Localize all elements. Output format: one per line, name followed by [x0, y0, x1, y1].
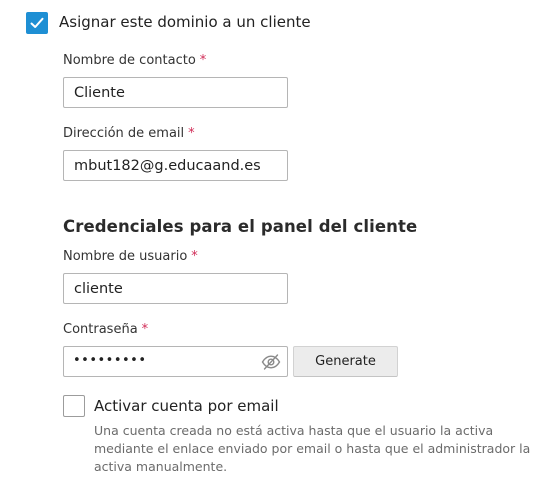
assign-client-label[interactable]: Asignar este dominio a un cliente	[59, 13, 311, 31]
checkmark-icon	[30, 17, 44, 28]
eye-slash-icon[interactable]	[261, 353, 281, 371]
email-label-text: Dirección de email	[63, 126, 185, 141]
password-label-text: Contraseña	[63, 322, 138, 337]
activate-by-email-label[interactable]: Activar cuenta por email	[94, 397, 279, 415]
required-asterisk: *	[141, 322, 149, 337]
required-asterisk: *	[191, 249, 198, 264]
contact-name-label: Nombre de contacto *	[63, 53, 206, 68]
password-masked-value: •••••••••	[73, 353, 147, 368]
contact-name-label-text: Nombre de contacto	[63, 53, 196, 68]
contact-name-input[interactable]	[63, 77, 288, 108]
required-asterisk: *	[199, 53, 207, 68]
password-input[interactable]: •••••••••	[63, 346, 288, 377]
hint-line: mediante el enlace enviado por email o h…	[94, 441, 531, 456]
username-label-text: Nombre de usuario	[63, 249, 188, 264]
email-label: Dirección de email *	[63, 126, 195, 141]
activate-by-email-checkbox[interactable]	[63, 395, 85, 417]
generate-password-button[interactable]: Generate	[293, 346, 398, 377]
password-label: Contraseña *	[63, 322, 148, 337]
username-input[interactable]	[63, 273, 288, 304]
hint-line: Una cuenta creada no está activa hasta q…	[94, 423, 494, 438]
email-input[interactable]	[63, 150, 288, 181]
credentials-section-title: Credenciales para el panel del cliente	[63, 217, 418, 236]
hint-line: activa manualmente.	[94, 459, 228, 474]
username-label: Nombre de usuario *	[63, 249, 198, 264]
required-asterisk: *	[188, 126, 195, 141]
assign-client-checkbox[interactable]	[26, 12, 48, 34]
client-assignment-form: Asignar este dominio a un cliente Nombre…	[0, 0, 536, 484]
activation-hint-text: Una cuenta creada no está activa hasta q…	[94, 422, 534, 476]
